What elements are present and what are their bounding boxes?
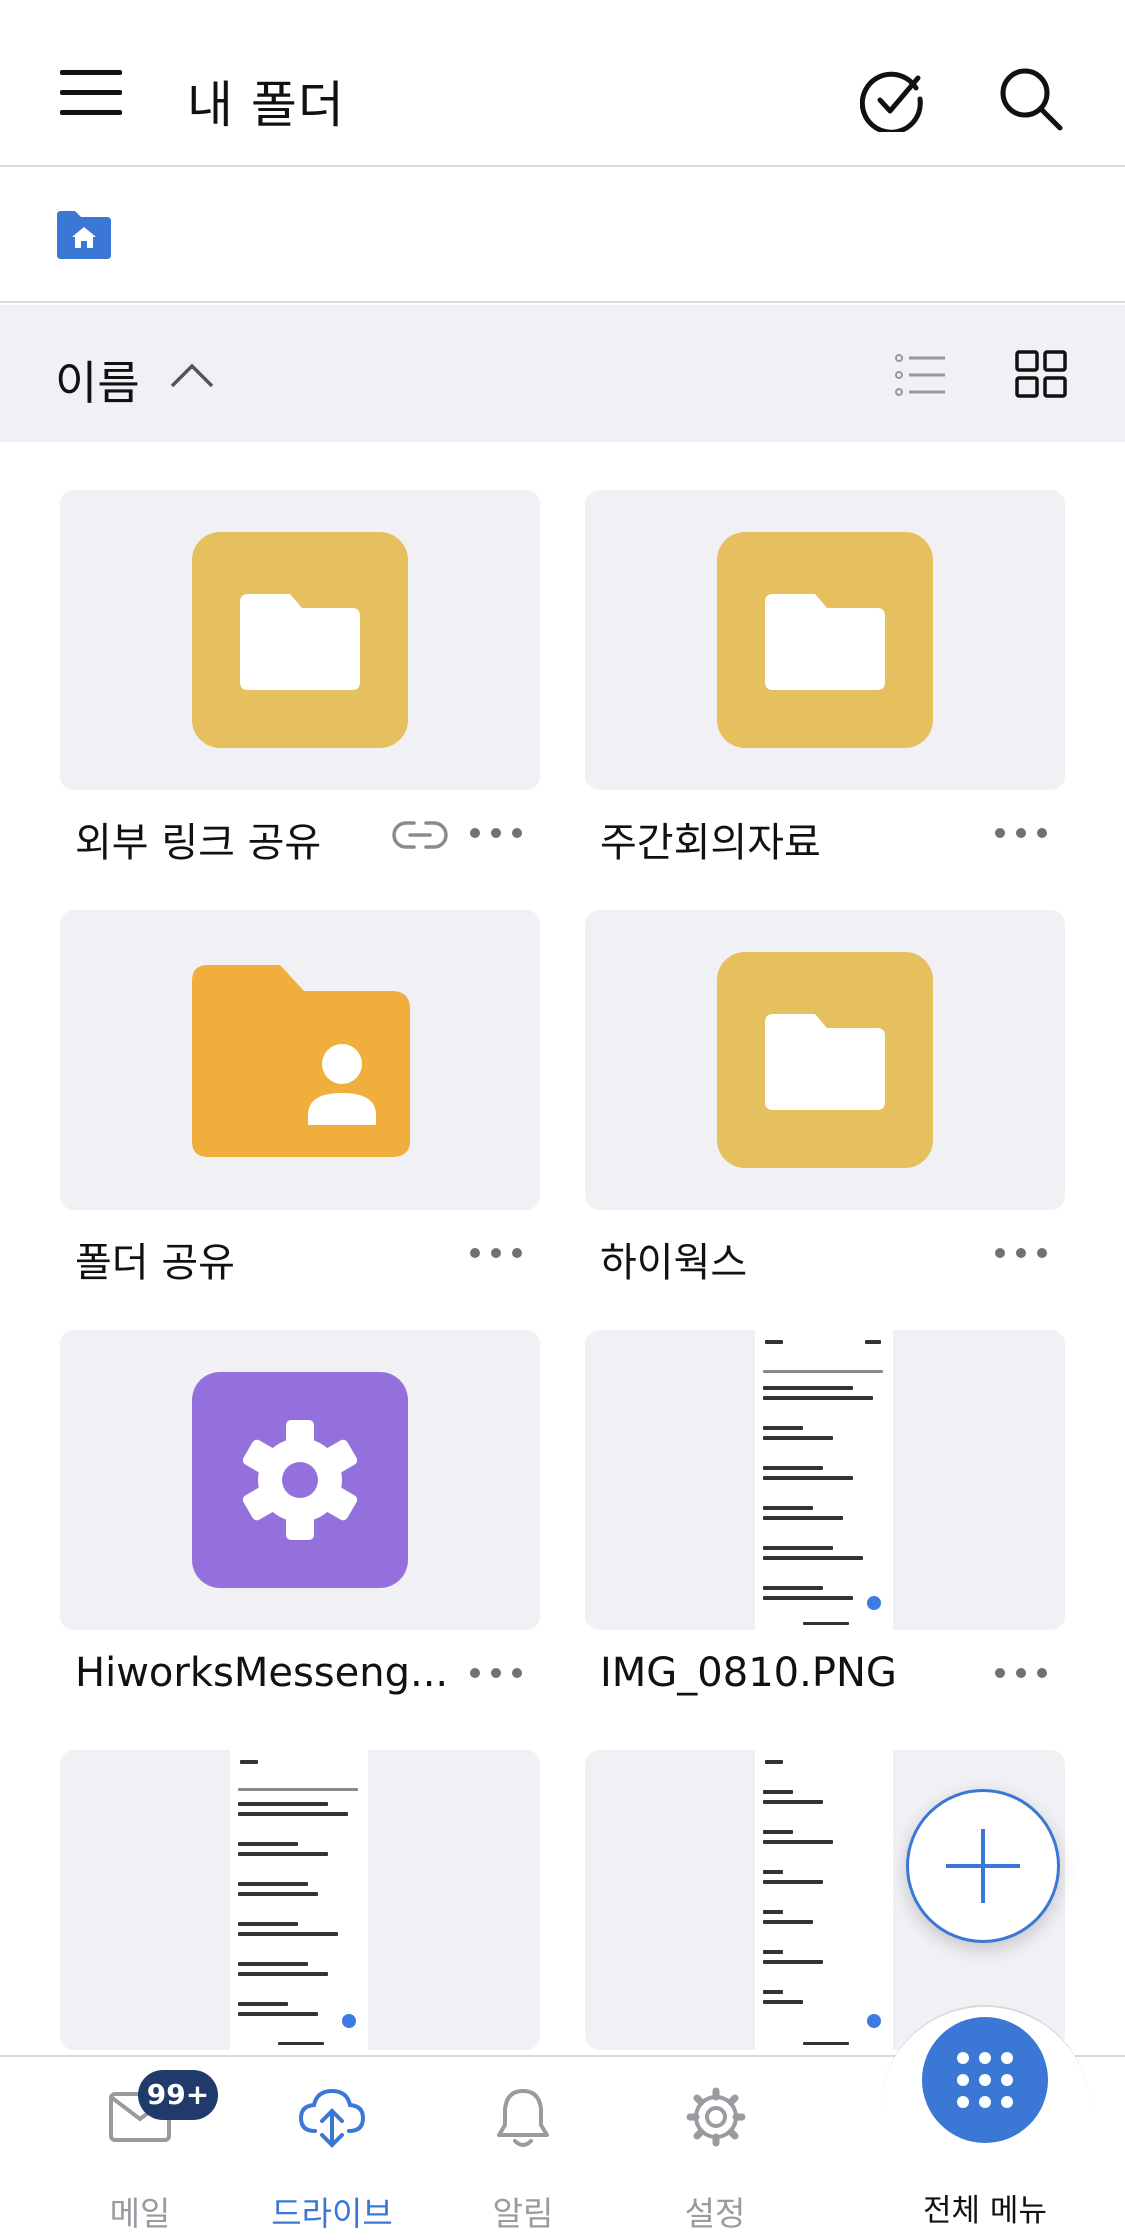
settings-tile [192, 1372, 408, 1588]
grid-view-icon[interactable] [1015, 350, 1067, 398]
bell-icon [497, 2089, 549, 2147]
chevron-up-icon[interactable] [168, 360, 216, 390]
search-icon[interactable] [998, 66, 1064, 132]
folder-card[interactable] [585, 490, 1065, 790]
folder-tile [192, 532, 408, 748]
folder-tile [717, 952, 933, 1168]
gear-icon [686, 2087, 746, 2147]
hamburger-menu-icon[interactable] [60, 70, 122, 120]
tab-drive[interactable]: 드라이브 [237, 2057, 427, 2240]
add-button[interactable] [906, 1789, 1060, 1943]
tab-drive-label: 드라이브 [271, 2194, 393, 2233]
more-options-icon[interactable] [995, 1668, 1047, 1680]
settings-folder-card[interactable] [60, 1330, 540, 1630]
breadcrumb [0, 169, 1125, 303]
more-options-icon[interactable] [470, 1668, 522, 1680]
folder-icon [765, 1014, 885, 1110]
all-menu-label: 전체 메뉴 [923, 2193, 1047, 2229]
list-view-icon[interactable] [895, 353, 947, 397]
more-options-icon[interactable] [470, 828, 522, 840]
item-name[interactable]: HiworksMesseng... [75, 1650, 448, 1696]
item-name[interactable]: 하이웍스 [600, 1230, 747, 1288]
image-card[interactable] [60, 1750, 540, 2050]
item-name[interactable]: 주간회의자료 [600, 810, 821, 868]
shared-folder-icon [192, 965, 410, 1157]
item-name[interactable]: IMG_0810.PNG [600, 1650, 897, 1696]
shared-folder-card[interactable] [60, 910, 540, 1210]
folder-icon [240, 594, 360, 690]
all-menu-button[interactable] [922, 2017, 1048, 2143]
tab-settings[interactable]: 설정 [620, 2057, 810, 2240]
item-name[interactable]: 외부 링크 공유 [75, 810, 321, 868]
image-thumbnail [755, 1330, 893, 1630]
page-title: 내 폴더 [187, 76, 345, 134]
gear-icon [242, 1420, 358, 1540]
home-folder-icon[interactable] [55, 209, 113, 261]
drive-screen: 내 폴더 이름 외부 링크 공유 주간회의자료 폴더 공유 하이웍스 Hiwor… [0, 0, 1125, 2240]
folder-tile [717, 532, 933, 748]
top-app-bar: 내 폴더 [0, 0, 1125, 167]
select-check-icon[interactable] [860, 66, 926, 132]
more-options-icon[interactable] [995, 1248, 1047, 1260]
plus-icon [946, 1829, 1020, 1903]
tab-settings-label: 설정 [684, 2194, 746, 2233]
sort-label[interactable]: 이름 [55, 347, 140, 413]
more-options-icon[interactable] [995, 828, 1047, 840]
tab-alerts-label: 알림 [492, 2194, 554, 2233]
tab-mail-label: 메일 [109, 2194, 171, 2233]
folder-card[interactable] [585, 910, 1065, 1210]
item-name[interactable]: 폴더 공유 [75, 1230, 235, 1288]
folder-card[interactable] [60, 490, 540, 790]
cloud-upload-icon [298, 2088, 366, 2148]
shared-link-icon [392, 821, 448, 849]
sort-bar: 이름 [0, 305, 1125, 442]
image-thumbnail [230, 1750, 368, 2050]
more-options-icon[interactable] [470, 1248, 522, 1260]
image-card[interactable] [585, 1330, 1065, 1630]
mail-unread-badge: 99+ [138, 2070, 218, 2120]
tab-alerts[interactable]: 알림 [428, 2057, 618, 2240]
folder-icon [765, 594, 885, 690]
image-thumbnail [755, 1750, 893, 2050]
apps-grid-icon [957, 2052, 1013, 2108]
